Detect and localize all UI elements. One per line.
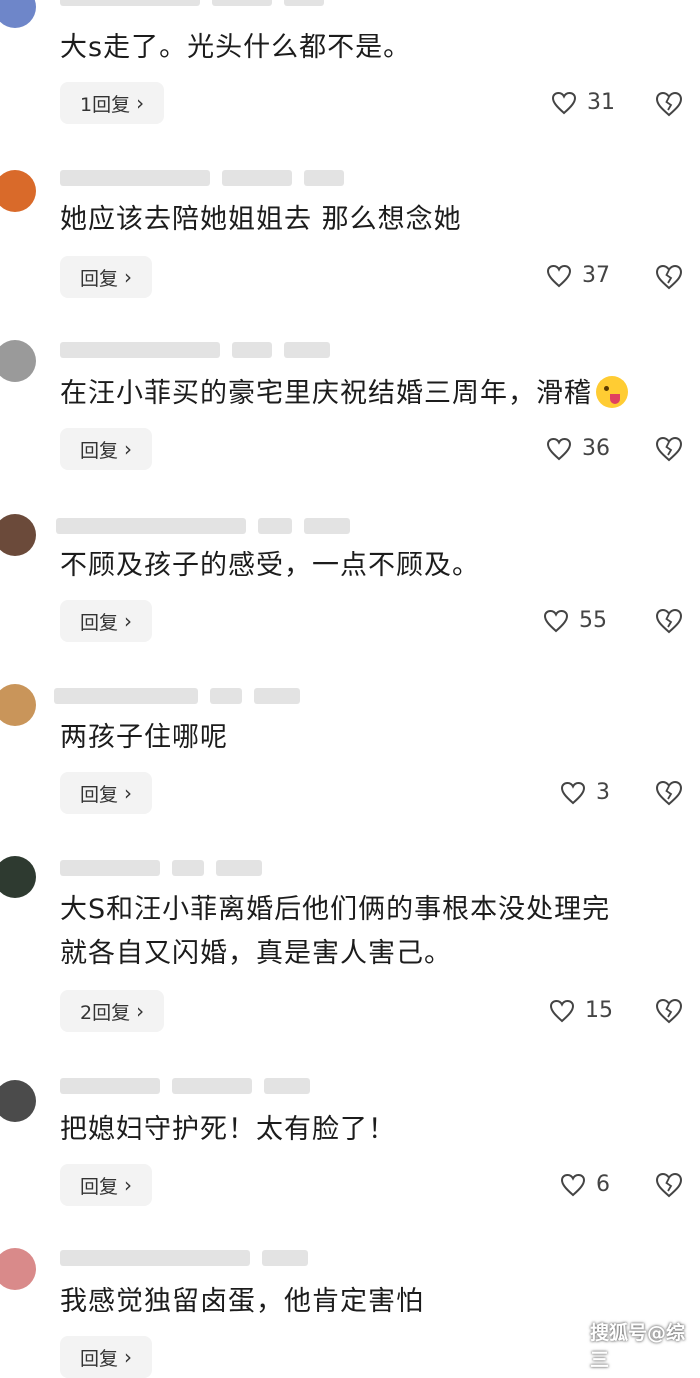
username-blurred bbox=[60, 1250, 308, 1268]
heart-outline-icon bbox=[560, 1173, 586, 1196]
like-button[interactable]: 15 bbox=[549, 998, 613, 1023]
like-button[interactable]: 37 bbox=[546, 263, 610, 288]
reply-label: 1回复 bbox=[80, 93, 131, 116]
dislike-button[interactable] bbox=[655, 780, 683, 806]
username-blurred bbox=[54, 688, 300, 706]
broken-heart-icon bbox=[655, 264, 683, 290]
broken-heart-icon bbox=[655, 998, 683, 1024]
comment-text: 她应该去陪她姐姐去 那么想念她 bbox=[60, 204, 462, 235]
like-button[interactable]: 36 bbox=[546, 436, 610, 461]
reply-button[interactable]: 1回复 › bbox=[60, 82, 165, 124]
avatar[interactable] bbox=[0, 1248, 36, 1290]
like-count: 37 bbox=[582, 263, 610, 288]
reply-button[interactable]: 回复 › bbox=[60, 256, 153, 298]
like-button[interactable]: 31 bbox=[551, 90, 615, 115]
like-button[interactable]: 55 bbox=[543, 608, 607, 633]
username-blurred bbox=[60, 342, 330, 360]
reply-label: 回复 bbox=[80, 267, 119, 290]
avatar[interactable] bbox=[0, 684, 36, 726]
username-blurred bbox=[60, 1078, 310, 1096]
dislike-button[interactable] bbox=[655, 91, 683, 117]
chevron-right-icon: › bbox=[136, 999, 145, 1023]
reply-label: 回复 bbox=[80, 1347, 119, 1370]
reply-button[interactable]: 回复 › bbox=[60, 600, 153, 642]
comment-text: 两孩子住哪呢 bbox=[60, 722, 228, 753]
comment-text: 大s走了。光头什么都不是。 bbox=[60, 32, 412, 63]
reply-label: 回复 bbox=[80, 783, 119, 806]
dislike-button[interactable] bbox=[655, 436, 683, 462]
chevron-right-icon: › bbox=[124, 1173, 133, 1197]
comment-text: 在汪小菲买的豪宅里庆祝结婚三周年，滑稽 bbox=[60, 372, 690, 416]
chevron-right-icon: › bbox=[124, 437, 133, 461]
reply-button[interactable]: 回复 › bbox=[60, 428, 153, 470]
heart-outline-icon bbox=[551, 91, 577, 114]
comment-item: 大S和汪小菲离婚后他们俩的事根本没处理完 就各自又闪婚，真是害人害己。 2回复 … bbox=[0, 838, 700, 1038]
heart-outline-icon bbox=[549, 999, 575, 1022]
heart-outline-icon bbox=[543, 609, 569, 632]
like-count: 3 bbox=[596, 780, 610, 805]
comment-text: 把媳妇守护死！太有脸了！ bbox=[60, 1114, 396, 1145]
dislike-button[interactable] bbox=[655, 264, 683, 290]
avatar[interactable] bbox=[0, 856, 36, 898]
broken-heart-icon bbox=[655, 608, 683, 634]
comment-item: 大s走了。光头什么都不是。 1回复 › 31 bbox=[0, 0, 700, 170]
like-count: 31 bbox=[587, 90, 615, 115]
like-count: 6 bbox=[596, 1172, 610, 1197]
broken-heart-icon bbox=[655, 780, 683, 806]
reply-label: 回复 bbox=[80, 611, 119, 634]
like-button[interactable]: 3 bbox=[560, 780, 610, 805]
like-count: 15 bbox=[585, 998, 613, 1023]
chevron-right-icon: › bbox=[124, 609, 133, 633]
reply-label: 2回复 bbox=[80, 1001, 131, 1024]
like-count: 55 bbox=[579, 608, 607, 633]
reply-button[interactable]: 回复 › bbox=[60, 1164, 153, 1206]
username-blurred bbox=[60, 860, 262, 878]
username-blurred bbox=[56, 518, 350, 536]
avatar[interactable] bbox=[0, 340, 36, 382]
broken-heart-icon bbox=[655, 1172, 683, 1198]
username-blurred bbox=[60, 170, 344, 188]
reply-button[interactable]: 2回复 › bbox=[60, 990, 165, 1032]
dislike-button[interactable] bbox=[655, 608, 683, 634]
chevron-right-icon: › bbox=[124, 1345, 133, 1369]
like-count: 36 bbox=[582, 436, 610, 461]
chevron-right-icon: › bbox=[124, 265, 133, 289]
comment-text: 大S和汪小菲离婚后他们俩的事根本没处理完 就各自又闪婚，真是害人害己。 bbox=[60, 894, 611, 969]
heart-outline-icon bbox=[560, 781, 586, 804]
comment-text: 不顾及孩子的感受，一点不顾及。 bbox=[60, 550, 480, 581]
dislike-button[interactable] bbox=[655, 998, 683, 1024]
dislike-button[interactable] bbox=[655, 1172, 683, 1198]
reply-button[interactable]: 回复 › bbox=[60, 1336, 153, 1378]
broken-heart-icon bbox=[655, 436, 683, 462]
comment-item: 在汪小菲买的豪宅里庆祝结婚三周年，滑稽 回复 › 36 bbox=[0, 322, 700, 494]
watermark: 搜狐号@综三 bbox=[590, 1322, 686, 1371]
comment-item: 把媳妇守护死！太有脸了！ 回复 › 6 bbox=[0, 1038, 700, 1210]
heart-outline-icon bbox=[546, 264, 572, 287]
reply-label: 回复 bbox=[80, 439, 119, 462]
comment-item: 她应该去陪她姐姐去 那么想念她 回复 › 37 bbox=[0, 150, 700, 322]
comment-text-content: 在汪小菲买的豪宅里庆祝结婚三周年，滑稽 bbox=[60, 378, 592, 409]
chevron-right-icon: › bbox=[124, 781, 133, 805]
reply-label: 回复 bbox=[80, 1175, 119, 1198]
broken-heart-icon bbox=[655, 91, 683, 117]
comment-item: 不顾及孩子的感受，一点不顾及。 回复 › 55 bbox=[0, 494, 700, 666]
avatar[interactable] bbox=[0, 170, 36, 212]
avatar[interactable] bbox=[0, 514, 36, 556]
reply-button[interactable]: 回复 › bbox=[60, 772, 153, 814]
tongue-out-emoji-icon bbox=[596, 376, 628, 408]
avatar[interactable] bbox=[0, 1080, 36, 1122]
username-blurred bbox=[60, 0, 324, 8]
chevron-right-icon: › bbox=[136, 91, 145, 115]
comment-item: 两孩子住哪呢 回复 › 3 bbox=[0, 666, 700, 838]
like-button[interactable]: 6 bbox=[560, 1172, 610, 1197]
heart-outline-icon bbox=[546, 437, 572, 460]
avatar[interactable] bbox=[0, 0, 36, 28]
